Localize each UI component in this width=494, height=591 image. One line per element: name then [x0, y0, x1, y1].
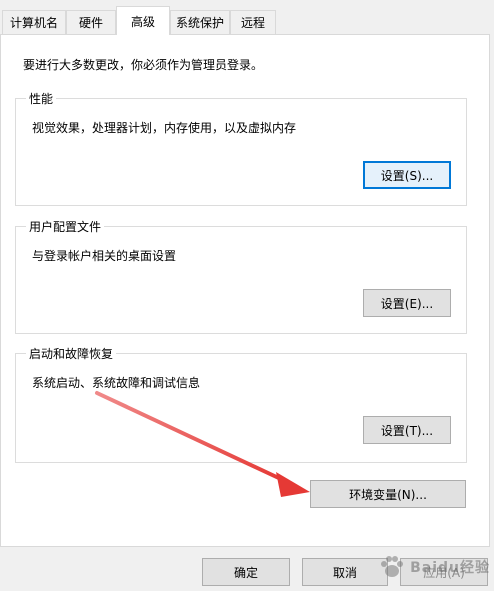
tab-computer-name[interactable]: 计算机名 — [2, 10, 66, 34]
tab-system-protection[interactable]: 系统保护 — [170, 10, 230, 34]
user-profiles-group: 用户配置文件 与登录帐户相关的桌面设置 设置(E)... — [15, 218, 467, 334]
button-label: 取消 — [332, 565, 357, 580]
button-label: 设置(T)... — [380, 423, 434, 438]
cancel-button[interactable]: 取消 — [302, 558, 388, 586]
button-label: 设置(S)... — [380, 168, 434, 183]
startup-recovery-settings-button[interactable]: 设置(T)... — [363, 416, 451, 444]
tab-label: 远程 — [240, 16, 265, 30]
performance-group: 性能 视觉效果，处理器计划，内存使用，以及虚拟内存 设置(S)... — [15, 90, 467, 206]
admin-notice: 要进行大多数更改，你必须作为管理员登录。 — [23, 58, 264, 72]
group-description: 系统启动、系统故障和调试信息 — [32, 376, 201, 390]
group-title: 用户配置文件 — [26, 218, 105, 235]
startup-recovery-group: 启动和故障恢复 系统启动、系统故障和调试信息 设置(T)... — [15, 345, 467, 463]
group-description: 与登录帐户相关的桌面设置 — [32, 249, 177, 263]
button-label: 确定 — [233, 565, 258, 580]
button-label: 设置(E)... — [380, 296, 434, 311]
button-label: 应用(A) — [423, 565, 465, 580]
tab-label: 硬件 — [78, 16, 103, 30]
tab-remote[interactable]: 远程 — [230, 10, 276, 34]
performance-settings-button[interactable]: 设置(S)... — [363, 161, 451, 189]
tab-label: 系统保护 — [175, 16, 224, 30]
apply-button[interactable]: 应用(A) — [400, 558, 488, 586]
environment-variables-button[interactable]: 环境变量(N)... — [310, 480, 466, 508]
tab-label: 计算机名 — [9, 16, 58, 30]
group-description: 视觉效果，处理器计划，内存使用，以及虚拟内存 — [32, 121, 297, 135]
button-label: 环境变量(N)... — [349, 487, 427, 502]
tab-advanced[interactable]: 高级 — [116, 6, 170, 35]
group-title: 性能 — [26, 90, 57, 107]
user-profiles-settings-button[interactable]: 设置(E)... — [363, 289, 451, 317]
ok-button[interactable]: 确定 — [202, 558, 290, 586]
tab-label: 高级 — [130, 14, 155, 29]
group-title: 启动和故障恢复 — [26, 345, 117, 362]
tab-hardware[interactable]: 硬件 — [66, 10, 116, 34]
